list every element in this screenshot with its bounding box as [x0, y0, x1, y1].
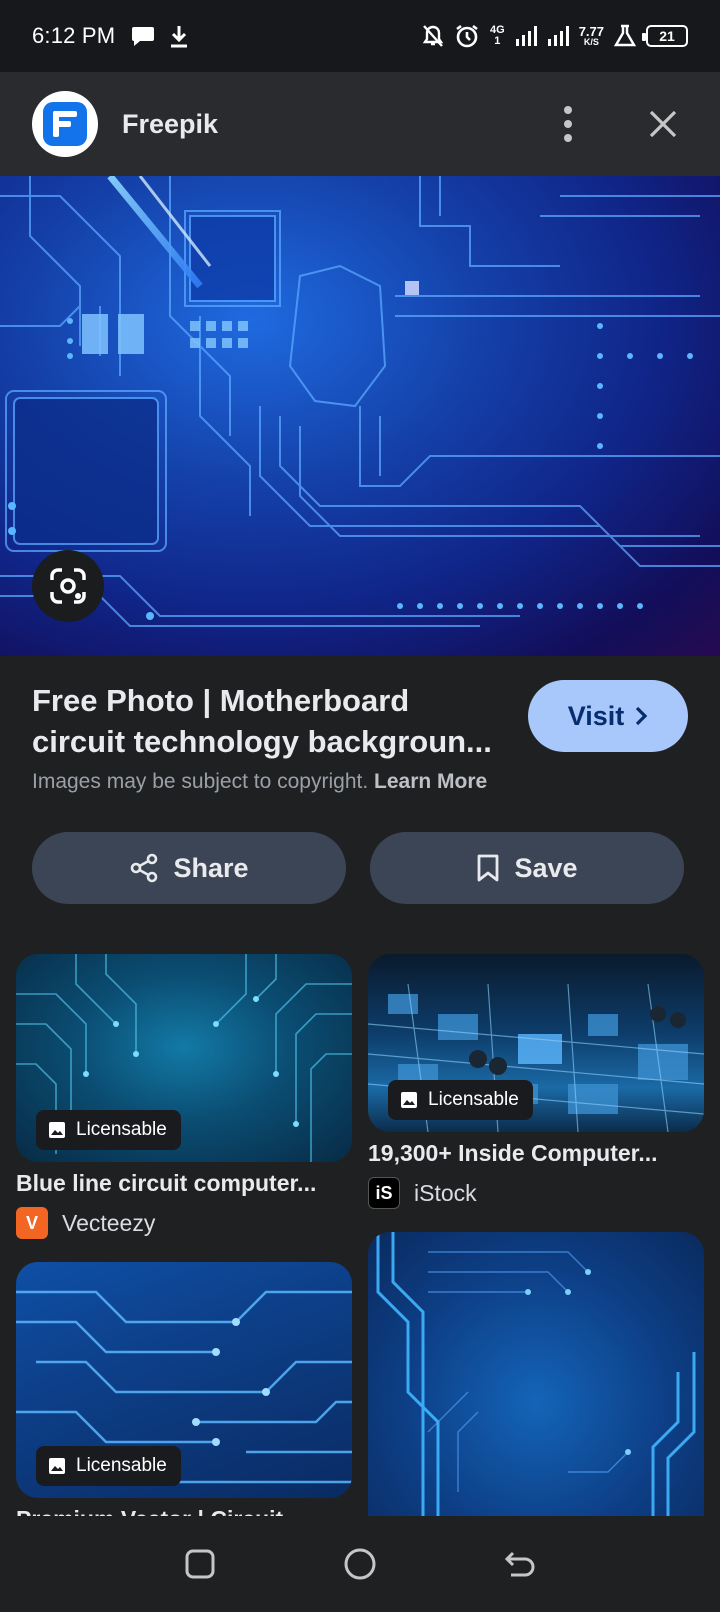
image-icon — [49, 1122, 65, 1138]
share-icon — [131, 853, 158, 883]
close-icon[interactable] — [638, 99, 688, 149]
result-title[interactable]: Free Photo | Motherboard circuit technol… — [32, 680, 502, 762]
image-icon — [401, 1092, 417, 1108]
system-nav-bar — [0, 1516, 720, 1612]
share-label: Share — [173, 852, 249, 883]
bell-off-icon — [422, 25, 444, 47]
alarm-icon — [456, 24, 478, 48]
related-title: Blue line circuit computer... — [16, 1170, 317, 1196]
copyright-text: Images may be subject to copyright. — [32, 770, 369, 793]
save-button[interactable]: Save — [370, 832, 684, 904]
freepik-logo[interactable] — [32, 91, 98, 157]
status-bar: 6:12 PM 4G 1 7.77 K/S 21 — [0, 0, 720, 72]
network-type: 4G 1 — [490, 24, 505, 47]
download-icon — [171, 26, 188, 48]
related-source: V Vecteezy — [16, 1207, 352, 1239]
signal-icon — [515, 26, 537, 46]
square-icon[interactable] — [170, 1534, 230, 1594]
site-name[interactable]: Freepik — [122, 109, 218, 140]
related-result-card[interactable]: Licensable Premium Vector | Circuit... — [16, 1262, 352, 1520]
chat-bubble-icon — [132, 27, 155, 46]
chevron-right-icon — [636, 706, 648, 726]
share-button[interactable]: Share — [32, 832, 346, 904]
more-vert-icon[interactable] — [548, 94, 588, 154]
circle-icon[interactable] — [330, 1534, 390, 1594]
related-thumbnail: Licensable — [368, 954, 704, 1132]
bookmark-icon — [478, 854, 499, 882]
related-result-card[interactable] — [368, 1232, 704, 1516]
signal-icon-2 — [547, 26, 569, 46]
circuit-board-graphic — [0, 176, 720, 627]
copyright-notice: Images may be subject to copyright. Lear… — [32, 770, 487, 794]
related-thumbnail: Licensable — [16, 1262, 352, 1498]
flask-icon — [614, 24, 636, 47]
freepik-logo-mark — [43, 102, 87, 146]
licensable-badge: Licensable — [36, 1110, 181, 1150]
back-icon[interactable] — [490, 1534, 550, 1594]
related-result-card[interactable]: Licensable 19,300+ Inside Computer... iS… — [368, 954, 704, 1209]
istock-logo-icon: iS — [368, 1177, 400, 1209]
related-thumbnail — [368, 1232, 704, 1516]
licensable-badge: Licensable — [388, 1080, 533, 1120]
save-label: Save — [514, 852, 578, 883]
licensable-badge: Licensable — [36, 1446, 181, 1486]
related-source: iS iStock — [368, 1177, 704, 1209]
site-header: Freepik — [0, 72, 720, 176]
google-lens-icon[interactable] — [32, 550, 104, 622]
vecteezy-logo-icon: V — [16, 1207, 48, 1239]
related-title: 19,300+ Inside Computer... — [368, 1140, 658, 1166]
status-time: 6:12 PM — [32, 23, 116, 48]
image-icon — [49, 1458, 65, 1474]
preview-image[interactable] — [0, 176, 720, 656]
visit-label: Visit — [567, 700, 625, 731]
battery-indicator: 21 — [642, 25, 688, 47]
network-speed: 7.77 K/S — [578, 24, 604, 47]
related-result-card[interactable]: Licensable Blue line circuit computer...… — [16, 954, 352, 1239]
related-thumbnail: Licensable — [16, 954, 352, 1162]
learn-more-link[interactable]: Learn More — [374, 770, 487, 793]
visit-button[interactable]: Visit — [528, 680, 688, 752]
